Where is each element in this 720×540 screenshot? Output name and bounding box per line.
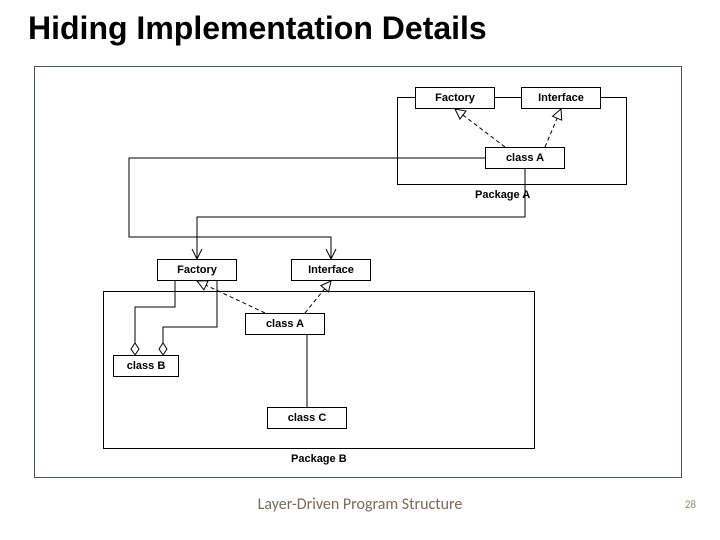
pkgb-class-c-box: class C	[267, 407, 347, 429]
footer-caption: Layer-Driven Program Structure	[0, 495, 720, 514]
diagram-frame: Package A Factory Interface class A Pack…	[34, 66, 682, 478]
slide-title: Hiding Implementation Details	[28, 10, 487, 47]
pkgb-interface-box: Interface	[291, 259, 371, 281]
package-a-label: Package A	[475, 189, 530, 201]
uml-diagram: Package A Factory Interface class A Pack…	[35, 67, 681, 477]
pkgb-class-a-box: class A	[245, 313, 325, 335]
page-number: 28	[685, 498, 696, 511]
pkga-interface-box: Interface	[521, 87, 601, 109]
package-b-label: Package B	[291, 453, 347, 465]
pkgb-class-b-box: class B	[113, 355, 179, 377]
package-a-outline	[397, 97, 627, 185]
pkga-factory-box: Factory	[415, 87, 495, 109]
pkgb-factory-box: Factory	[157, 259, 237, 281]
pkga-class-a-box: class A	[485, 147, 565, 169]
